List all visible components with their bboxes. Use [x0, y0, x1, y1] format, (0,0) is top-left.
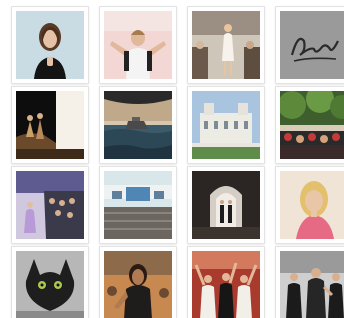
thumbnail-4-image — [280, 11, 344, 79]
thumbnail-12-image — [280, 171, 344, 239]
thumbnail-11-image — [192, 171, 260, 239]
thumbnail-7-image — [192, 91, 260, 159]
photo-gallery-grid — [0, 0, 344, 318]
thumbnail-4[interactable] — [276, 7, 344, 83]
thumbnail-7[interactable] — [188, 87, 264, 163]
thumbnail-16-image — [280, 251, 344, 318]
thumbnail-2[interactable] — [100, 7, 176, 83]
thumbnail-3[interactable] — [188, 7, 264, 83]
thumbnail-10-image — [104, 171, 172, 239]
thumbnail-8[interactable] — [276, 87, 344, 163]
thumbnail-15[interactable] — [188, 247, 264, 318]
thumbnail-16[interactable] — [276, 247, 344, 318]
thumbnail-6[interactable] — [100, 87, 176, 163]
thumbnail-13[interactable] — [12, 247, 88, 318]
thumbnail-5-image — [16, 91, 84, 159]
thumbnail-8-image — [280, 91, 344, 159]
thumbnail-10[interactable] — [100, 167, 176, 243]
thumbnail-15-image — [192, 251, 260, 318]
thumbnail-9-image — [16, 171, 84, 239]
thumbnail-3-image — [192, 11, 260, 79]
thumbnail-6-image — [104, 91, 172, 159]
thumbnail-14[interactable] — [100, 247, 176, 318]
thumbnail-9[interactable] — [12, 167, 88, 243]
thumbnail-1[interactable] — [12, 7, 88, 83]
thumbnail-2-image — [104, 11, 172, 79]
thumbnail-13-image — [16, 251, 84, 318]
thumbnail-12[interactable] — [276, 167, 344, 243]
thumbnail-1-image — [16, 11, 84, 79]
thumbnail-11[interactable] — [188, 167, 264, 243]
thumbnail-5[interactable] — [12, 87, 88, 163]
thumbnail-14-image — [104, 251, 172, 318]
